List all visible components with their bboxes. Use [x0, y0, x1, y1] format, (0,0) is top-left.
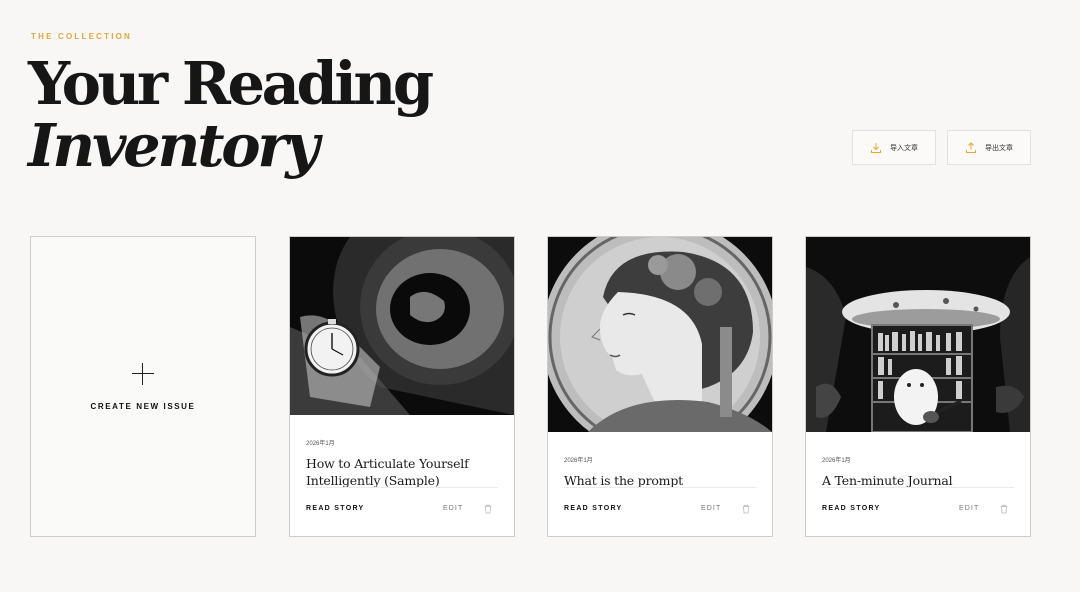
- story-cover-image[interactable]: [290, 237, 514, 415]
- edit-button[interactable]: EDIT: [959, 505, 979, 512]
- story-cover-image[interactable]: [548, 237, 772, 432]
- mushroom-library-illustration: [806, 237, 1030, 432]
- title-line-1: Your Reading: [28, 49, 434, 118]
- read-story-link[interactable]: READ STORY: [564, 505, 623, 512]
- create-new-issue-label: CREATE NEW ISSUE: [90, 401, 196, 411]
- collection-eyebrow: THE COLLECTION: [31, 32, 133, 41]
- export-label: 导出文章: [985, 144, 1013, 152]
- story-card[interactable]: 2026年1月 A Ten-minute Journal READ STORY …: [805, 236, 1031, 537]
- divider: [564, 487, 756, 488]
- trash-icon[interactable]: [999, 504, 1009, 514]
- read-story-link[interactable]: READ STORY: [822, 505, 881, 512]
- import-articles-button[interactable]: 导入文章: [852, 130, 936, 165]
- page-title: Your Reading Inventory: [28, 49, 434, 180]
- divider: [822, 487, 1014, 488]
- story-date: 2026年1月: [306, 441, 335, 447]
- plus-icon: [132, 362, 154, 385]
- title-line-2: Inventory: [28, 111, 320, 180]
- read-story-link[interactable]: READ STORY: [306, 505, 365, 512]
- story-cover-image[interactable]: [806, 237, 1030, 432]
- story-card[interactable]: 2026年1月 What is the prompt READ STORY ED…: [547, 236, 773, 537]
- story-date: 2026年1月: [822, 458, 851, 464]
- art-nouveau-woman-portrait: [548, 237, 772, 432]
- export-articles-button[interactable]: 导出文章: [947, 130, 1031, 165]
- import-label: 导入文章: [890, 144, 918, 152]
- story-title[interactable]: How to Articulate Yourself Intelligently…: [306, 455, 502, 489]
- edit-button[interactable]: EDIT: [701, 505, 721, 512]
- story-date: 2026年1月: [564, 458, 593, 464]
- divider: [306, 487, 498, 488]
- astronaut-pocket-watch-illustration: [290, 237, 514, 415]
- story-card[interactable]: 2026年1月 How to Articulate Yourself Intel…: [289, 236, 515, 537]
- trash-icon[interactable]: [741, 504, 751, 514]
- create-new-issue-card[interactable]: CREATE NEW ISSUE: [30, 236, 256, 537]
- download-icon: [871, 142, 881, 153]
- header-actions: 导入文章 导出文章: [852, 130, 1031, 165]
- upload-icon: [966, 141, 976, 153]
- trash-icon[interactable]: [483, 504, 493, 514]
- edit-button[interactable]: EDIT: [443, 505, 463, 512]
